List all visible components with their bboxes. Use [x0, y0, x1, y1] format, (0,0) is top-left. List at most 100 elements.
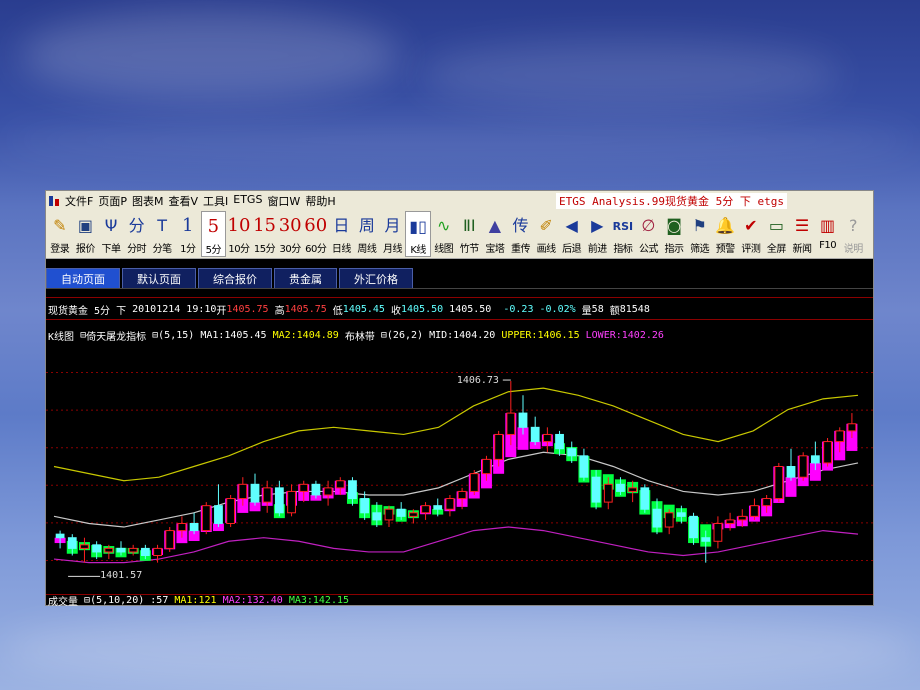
- linechart-button[interactable]: ∿ 线图: [431, 211, 457, 257]
- candle-body: [457, 490, 467, 500]
- menu-file[interactable]: 文件F: [65, 193, 98, 209]
- reload-icon: 传: [512, 216, 529, 235]
- candle-body: [348, 480, 357, 500]
- background-cloud: [420, 40, 840, 110]
- candle-body: [482, 458, 491, 475]
- bollinger-label[interactable]: 布林带: [345, 328, 375, 343]
- candle-body: [299, 483, 309, 492]
- news-label: 新闻: [792, 244, 813, 255]
- tab-4[interactable]: 外汇价格: [339, 268, 413, 288]
- fullscreen-button[interactable]: ▭ 全屏: [764, 211, 790, 257]
- candle-body: [701, 537, 711, 542]
- f10-icon: ▥: [820, 216, 836, 235]
- 60min-button[interactable]: 60 60分: [303, 211, 329, 257]
- indicate-button[interactable]: ◙ 指示: [661, 211, 687, 257]
- daily-button[interactable]: 日日线: [329, 211, 355, 257]
- evaluate-button[interactable]: ✔ 评测: [738, 211, 764, 257]
- help-icon: ?: [848, 216, 858, 235]
- tab-0[interactable]: 自动页面: [46, 268, 120, 288]
- back-button[interactable]: ◀ 后退: [559, 211, 585, 257]
- ma2-value: MA2:1404.89: [272, 329, 339, 341]
- volume-indicator-label[interactable]: 成交量: [48, 593, 78, 608]
- tick-icon: T: [157, 216, 168, 235]
- bamboo-button[interactable]: ⅡⅠ 竹节: [457, 211, 483, 257]
- draw-label: 画线: [536, 244, 557, 255]
- 5min-button[interactable]: 5 5分: [200, 211, 227, 257]
- tower-button[interactable]: ▲ 宝塔: [482, 211, 508, 257]
- tab-3[interactable]: 贵金属: [274, 268, 337, 288]
- candle-body: [311, 483, 321, 496]
- menu-window[interactable]: 窗口W: [267, 193, 305, 209]
- evaluate-label: 评测: [741, 244, 761, 255]
- menu-etgs[interactable]: ETGS: [233, 193, 267, 209]
- news-button[interactable]: ☰ 新闻: [789, 211, 815, 257]
- candle-body: [591, 476, 601, 503]
- filter-button[interactable]: ⚑ 筛选: [687, 211, 713, 257]
- menu-help[interactable]: 帮助H: [305, 193, 340, 209]
- tower-label: 宝塔: [485, 244, 505, 255]
- kline-chart[interactable]: 1406.73 1401.57: [46, 344, 873, 594]
- 30min-button[interactable]: 30 30分: [277, 211, 303, 257]
- volume-label: 量: [581, 305, 592, 317]
- login-button[interactable]: ✎ 登录: [47, 211, 73, 257]
- candle-body: [445, 498, 455, 510]
- volume-indicator-bar: 成交量 ⊟ (5,10,20) :57 MA1:121 MA2:132.40 MA…: [46, 593, 873, 608]
- f10-button[interactable]: ▥ F10: [815, 211, 841, 257]
- high-label: 高: [274, 305, 285, 317]
- monthly-button[interactable]: 月月线: [380, 211, 406, 257]
- tick-label: 分笔: [152, 244, 173, 255]
- 15min-button[interactable]: 15 15分: [252, 211, 278, 257]
- forward-arrow-icon: ▶: [591, 216, 604, 235]
- lower-value: LOWER:1402.26: [585, 329, 664, 341]
- 5min-label: 5分: [205, 245, 222, 256]
- indicate-label: 指示: [664, 244, 685, 255]
- tab-1[interactable]: 默认页面: [122, 268, 196, 288]
- login-label: 登录: [50, 244, 70, 255]
- weekly-button[interactable]: 周周线: [354, 211, 380, 257]
- quote-button[interactable]: ▣ 报价: [73, 211, 99, 257]
- change-value: -0.23: [503, 303, 534, 315]
- volume-params: (5,10,20): [90, 595, 145, 606]
- kline-chart-label[interactable]: K线图: [48, 328, 74, 343]
- order-icon: Ψ: [104, 216, 118, 235]
- candle-body: [372, 512, 382, 521]
- menu-view[interactable]: 查看V: [168, 193, 203, 209]
- alert-button[interactable]: 🔔 预警: [712, 211, 738, 257]
- reload-label: 重传: [510, 244, 531, 255]
- 1min-button[interactable]: 1 1分: [175, 211, 201, 257]
- formula-button[interactable]: ∅ 公式: [636, 211, 662, 257]
- high-value: 1405.75: [284, 303, 327, 315]
- candle-body: [189, 522, 199, 532]
- candle-body: [786, 466, 796, 478]
- weekly-icon: 周: [358, 216, 375, 235]
- bell-icon: 🔔: [715, 216, 736, 235]
- draw-button[interactable]: ✐ 画线: [533, 211, 559, 257]
- mid-value: MID:1404.20: [429, 329, 496, 341]
- filter-label: 筛选: [690, 244, 710, 255]
- news-icon: ☰: [794, 216, 810, 235]
- candle-body: [226, 498, 236, 524]
- 60min-icon: 60: [304, 215, 328, 236]
- tick-button[interactable]: T 分笔: [149, 211, 175, 257]
- forward-button[interactable]: ▶ 前进: [584, 211, 610, 257]
- divider: [46, 297, 873, 298]
- order-button[interactable]: Ψ 下单: [98, 211, 124, 257]
- 30min-label: 30分: [279, 244, 302, 255]
- evaluate-icon: ✔: [744, 216, 758, 235]
- candle-body: [55, 533, 65, 539]
- main-indicator-label[interactable]: 倚天屠龙指标: [86, 328, 146, 343]
- timeshare-button[interactable]: 分分时: [124, 211, 150, 257]
- 10min-button[interactable]: 10 10分: [226, 211, 252, 257]
- menu-page[interactable]: 页面P: [98, 193, 132, 209]
- 60min-label: 60分: [305, 244, 327, 255]
- candle-body: [737, 515, 747, 521]
- help-button[interactable]: ? 说明: [840, 211, 866, 257]
- kline-button[interactable]: ▮▯ K线: [405, 211, 431, 257]
- tab-2[interactable]: 综合报价: [198, 268, 272, 288]
- menu-chart[interactable]: 图表M: [132, 193, 169, 209]
- last-value: 1405.50: [449, 303, 492, 315]
- menu-tools[interactable]: 工具I: [203, 193, 233, 209]
- indicator-button[interactable]: RSI 指标: [610, 211, 636, 257]
- reload-button[interactable]: 传重传: [508, 211, 534, 257]
- candle-body: [116, 547, 126, 553]
